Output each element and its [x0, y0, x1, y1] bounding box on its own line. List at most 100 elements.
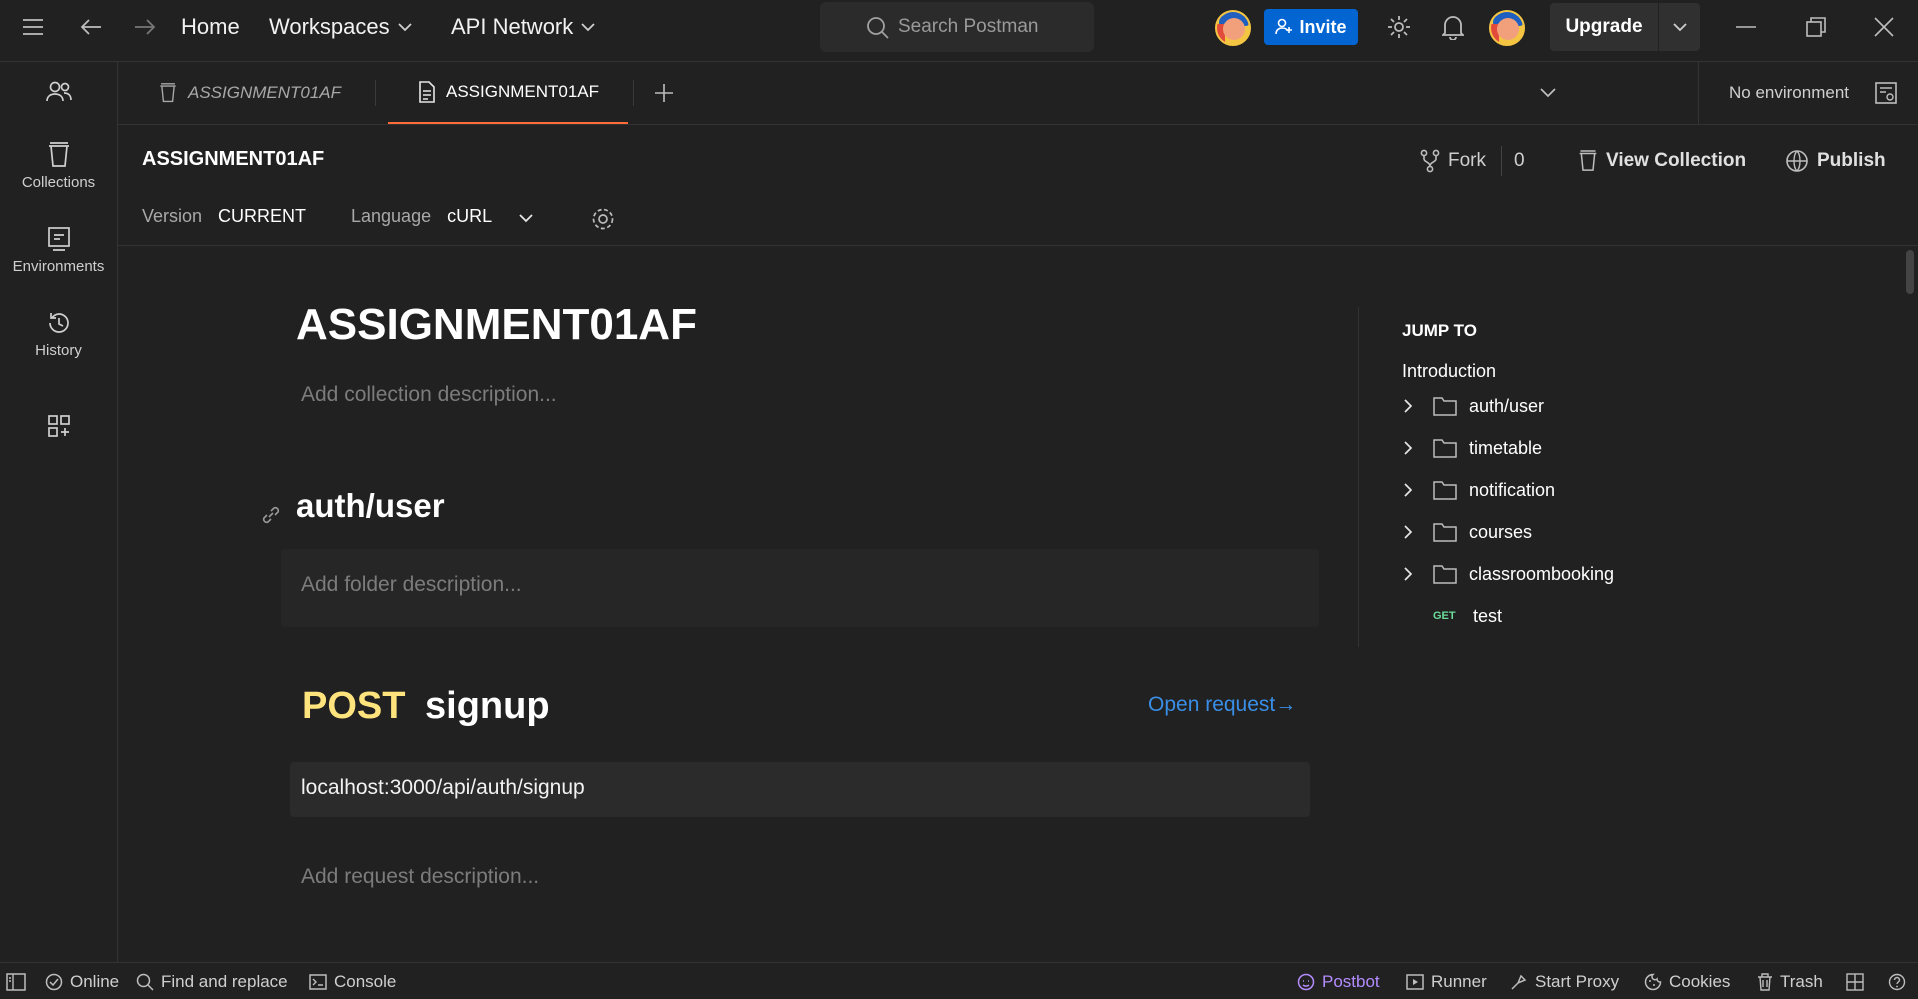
document-icon [419, 81, 435, 103]
help-icon[interactable] [1888, 963, 1913, 999]
folder-description-field[interactable]: Add folder description... [281, 549, 1319, 627]
collection-icon [160, 83, 176, 103]
cookies-label: Cookies [1669, 971, 1731, 991]
jump-to-folder[interactable]: auth/user [1397, 391, 1544, 421]
console-icon [309, 973, 327, 990]
team-icon[interactable] [0, 80, 117, 104]
language-selector[interactable]: Language cURL [351, 206, 492, 227]
start-proxy-button[interactable]: Start Proxy [1510, 963, 1619, 999]
close-icon[interactable] [1874, 0, 1894, 54]
environment-quick-look-icon[interactable] [1874, 62, 1908, 124]
profile-avatar[interactable] [1489, 10, 1525, 46]
collections-icon [48, 142, 69, 167]
trash-icon [1758, 972, 1772, 991]
forward-arrow-icon[interactable] [134, 0, 156, 54]
request-method-badge: GET [1433, 610, 1456, 622]
tab-collection-docs[interactable]: ASSIGNMENT01AF [388, 62, 628, 124]
jump-to-folder[interactable]: classroombooking [1397, 559, 1614, 589]
sidebar-item-collections[interactable]: Collections [0, 142, 117, 191]
sidebar-item-environments[interactable]: Environments [0, 226, 117, 275]
request-description-field[interactable]: Add request description... [301, 865, 539, 889]
publish-button[interactable]: Publish [1785, 146, 1886, 176]
settings-gear-icon[interactable] [1386, 0, 1412, 54]
collection-description-field[interactable]: Add collection description... [301, 383, 557, 407]
toggle-sidebar-icon[interactable] [6, 963, 33, 999]
jump-to-folder[interactable]: notification [1397, 475, 1555, 505]
workspaces-menu[interactable]: Workspaces [269, 0, 412, 54]
folder-icon [1433, 523, 1457, 542]
jump-to-title: JUMP TO [1402, 321, 1477, 340]
jump-to-introduction[interactable]: Introduction [1402, 361, 1496, 382]
sidebar-item-history[interactable]: History [0, 310, 117, 359]
chevron-down-icon [581, 22, 595, 31]
layout-grid-icon[interactable] [1846, 963, 1871, 999]
fork-button[interactable]: Fork [1420, 146, 1486, 176]
top-bar: Home Workspaces API Network Search Postm… [0, 0, 1918, 62]
chevron-down-icon[interactable] [1659, 22, 1700, 32]
home-link[interactable]: Home [181, 0, 240, 54]
tab-bar: ASSIGNMENT01AF ASSIGNMENT01AF No environ… [118, 62, 1918, 125]
link-icon[interactable] [260, 504, 282, 526]
menu-icon[interactable] [22, 0, 44, 54]
request-url: localhost:3000/api/auth/signup [290, 762, 1310, 817]
find-and-replace-label: Find and replace [161, 971, 288, 991]
trash-label: Trash [1780, 971, 1823, 991]
search-input[interactable]: Search Postman [820, 2, 1094, 52]
jump-to-folder-label: classroombooking [1469, 563, 1615, 584]
search-icon [867, 17, 889, 39]
doc-scrollbar-thumb[interactable] [1906, 250, 1914, 294]
version-selector[interactable]: Version CURRENT [142, 206, 306, 227]
cookies-button[interactable]: Cookies [1644, 963, 1730, 999]
chevron-right-icon [1404, 483, 1413, 497]
documentation-view: ASSIGNMENT01AF Add collection descriptio… [118, 247, 1904, 962]
folder-heading: auth/user [296, 487, 445, 524]
runner-button[interactable]: Runner [1406, 963, 1487, 999]
runner-icon [1406, 973, 1424, 990]
postbot-button[interactable]: Postbot [1297, 963, 1380, 999]
jump-to-folder[interactable]: timetable [1397, 433, 1542, 463]
jump-to-request[interactable]: GET test [1397, 601, 1502, 631]
online-label: Online [70, 971, 120, 991]
api-network-menu[interactable]: API Network [451, 0, 595, 54]
jump-to-folder[interactable]: courses [1397, 517, 1532, 547]
restore-icon[interactable] [1806, 0, 1826, 54]
view-collection-button[interactable]: View Collection [1578, 146, 1746, 176]
console-label: Console [334, 971, 397, 991]
avatar[interactable] [1215, 10, 1251, 46]
search-icon [136, 973, 154, 991]
tab-collection-overview[interactable]: ASSIGNMENT01AF [158, 62, 341, 124]
tabs-overflow-chevron-down-icon[interactable] [1540, 62, 1566, 124]
proxy-icon [1511, 974, 1527, 990]
console-button[interactable]: Console [309, 963, 396, 999]
new-tab-plus-icon[interactable] [654, 62, 684, 124]
request-name: signup [425, 685, 550, 727]
folder-icon [1433, 565, 1457, 584]
configure-workbench-icon[interactable] [0, 414, 117, 438]
chevron-right-icon [1404, 525, 1413, 539]
postbot-label: Postbot [1322, 971, 1380, 991]
invite-button[interactable]: Invite [1264, 9, 1358, 45]
code-settings-gear-icon[interactable] [590, 206, 616, 232]
doc-heading: ASSIGNMENT01AF [296, 300, 697, 349]
chevron-right-icon [1404, 441, 1413, 455]
jump-to-panel: JUMP TO Introduction auth/user timetable… [1358, 307, 1904, 647]
find-and-replace-button[interactable]: Find and replace [136, 963, 288, 999]
upgrade-button[interactable]: Upgrade [1550, 3, 1700, 51]
environment-label: No environment [1729, 83, 1850, 102]
jump-to-folder-label: auth/user [1469, 395, 1545, 416]
workspaces-label: Workspaces [269, 14, 390, 39]
online-status[interactable]: Online [45, 963, 119, 999]
trash-button[interactable]: Trash [1757, 963, 1823, 999]
back-arrow-icon[interactable] [80, 0, 102, 54]
collection-icon [1579, 150, 1597, 171]
folder-icon [1433, 439, 1457, 458]
doc-scrollbar[interactable] [1904, 247, 1918, 962]
minimize-icon[interactable] [1736, 0, 1756, 54]
cookie-icon [1644, 973, 1662, 990]
jump-to-folder-label: notification [1469, 479, 1556, 500]
request-method: POST [302, 685, 406, 727]
open-request-link[interactable]: Open request→ [1148, 693, 1296, 717]
tab-label: ASSIGNMENT01AF [188, 83, 342, 102]
chevron-down-icon[interactable] [519, 214, 533, 223]
bell-icon[interactable] [1442, 0, 1464, 54]
